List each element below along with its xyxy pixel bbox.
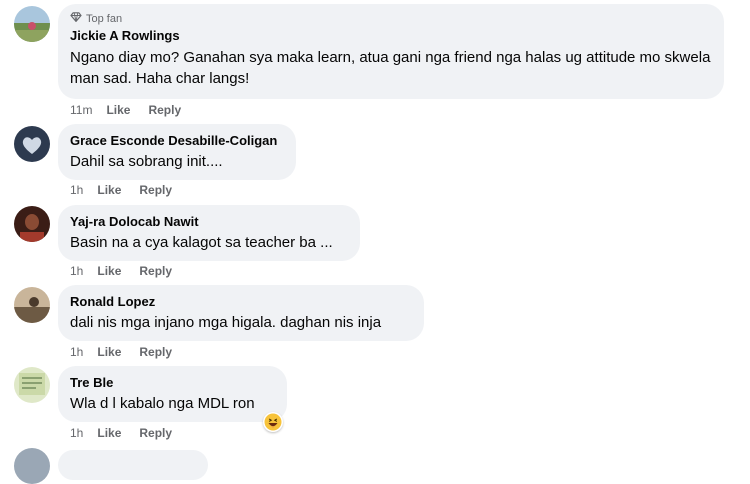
comment-bubble <box>58 450 208 480</box>
comment-text: Ngano diay mo? Ganahan sya maka learn, a… <box>70 49 711 87</box>
avatar[interactable] <box>14 126 50 162</box>
avatar[interactable] <box>14 206 50 242</box>
like-button[interactable]: Like <box>97 263 121 279</box>
comment-timestamp[interactable]: 1h <box>70 182 83 198</box>
avatar[interactable] <box>14 448 50 484</box>
comment-text: Dahil sa sobrang init.... <box>70 153 223 170</box>
comment-timestamp[interactable]: 1h <box>70 425 83 441</box>
comment-bubble: Tre Ble Wla d l kabalo nga MDL ron <box>58 366 287 422</box>
comment-text: Wla d l kabalo nga MDL ron <box>70 395 255 412</box>
like-button[interactable]: Like <box>106 102 130 118</box>
comment-actions: 1h Like Reply <box>70 344 190 360</box>
like-button[interactable]: Like <box>97 182 121 198</box>
avatar[interactable] <box>14 287 50 323</box>
diamond-icon <box>70 12 82 26</box>
reply-button[interactable]: Reply <box>139 263 172 279</box>
reply-button[interactable]: Reply <box>139 344 172 360</box>
comment-timestamp[interactable]: 1h <box>70 344 83 360</box>
avatar[interactable] <box>14 367 50 403</box>
avatar[interactable] <box>14 6 50 42</box>
reply-button[interactable]: Reply <box>139 425 172 441</box>
comment-actions: 1h Like Reply <box>70 425 190 441</box>
comment-text: dali nis mga injano mga higala. daghan n… <box>70 314 382 331</box>
comment-actions: 1h Like Reply <box>70 182 190 198</box>
haha-emoji-icon[interactable] <box>263 412 283 432</box>
comment-author[interactable]: Jickie A Rowlings <box>70 27 712 44</box>
reply-button[interactable]: Reply <box>139 182 172 198</box>
reply-button[interactable]: Reply <box>148 102 181 118</box>
like-button[interactable]: Like <box>97 425 121 441</box>
comment-bubble: Grace Esconde Desabille-Coligan Dahil sa… <box>58 124 296 180</box>
comment-author[interactable]: Ronald Lopez <box>70 293 412 310</box>
comment-bubble: Ronald Lopez dali nis mga injano mga hig… <box>58 285 424 341</box>
comment-bubble: Top fan Jickie A Rowlings Ngano diay mo?… <box>58 4 724 99</box>
comment-bubble: Yaj-ra Dolocab Nawit Basin na a cya kala… <box>58 205 360 261</box>
comment-author[interactable]: Grace Esconde Desabille-Coligan <box>70 132 284 149</box>
comment-author[interactable]: Tre Ble <box>70 374 275 391</box>
comment-timestamp[interactable]: 11m <box>70 102 92 118</box>
comment-text: Basin na a cya kalagot sa teacher ba ... <box>70 234 333 251</box>
top-fan-label: Top fan <box>86 13 123 25</box>
comment-timestamp[interactable]: 1h <box>70 263 83 279</box>
like-button[interactable]: Like <box>97 344 121 360</box>
comment-actions: 11m Like Reply <box>70 102 199 118</box>
comment-author[interactable]: Yaj-ra Dolocab Nawit <box>70 213 348 230</box>
comment-actions: 1h Like Reply <box>70 263 190 279</box>
top-fan-badge: Top fan <box>70 12 712 26</box>
